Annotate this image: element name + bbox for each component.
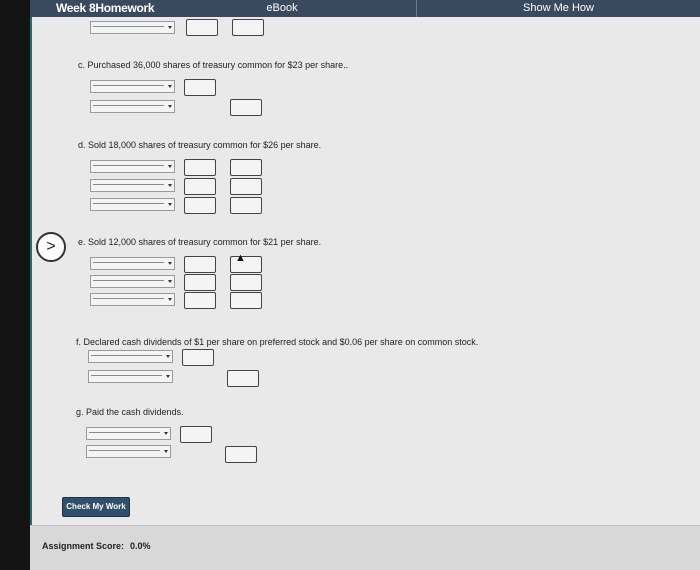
chevron-down-icon: [166, 355, 170, 358]
header-bar: Week 8Homework eBook Show Me How: [30, 0, 700, 17]
chevron-down-icon: [168, 298, 172, 301]
account-select[interactable]: [90, 160, 175, 173]
chevron-right-icon: >: [46, 238, 56, 255]
question-panel: c. Purchased 36,000 shares of treasury c…: [30, 17, 700, 525]
credit-input[interactable]: [225, 446, 257, 463]
debit-input[interactable]: [184, 159, 216, 176]
debit-input[interactable]: [180, 426, 212, 443]
mouse-cursor-icon: ▲: [235, 252, 246, 264]
credit-input[interactable]: [230, 292, 262, 309]
debit-input[interactable]: [184, 178, 216, 195]
chevron-down-icon: [164, 432, 168, 435]
tab-show-me-how[interactable]: Show Me How: [416, 0, 700, 17]
credit-input[interactable]: [230, 197, 262, 214]
chevron-down-icon: [164, 450, 168, 453]
assignment-score: Assignment Score: 0.0%: [42, 541, 151, 551]
score-value: 0.0%: [130, 541, 151, 551]
account-select[interactable]: [90, 257, 175, 270]
debit-input[interactable]: [186, 19, 218, 36]
account-select[interactable]: [90, 179, 175, 192]
question-d-text: d. Sold 18,000 shares of treasury common…: [78, 140, 322, 150]
chevron-down-icon: [168, 280, 172, 283]
chevron-down-icon: [168, 262, 172, 265]
account-select[interactable]: [88, 350, 173, 363]
chevron-down-icon: [168, 165, 172, 168]
chevron-down-icon: [168, 184, 172, 187]
question-e-text: e. Sold 12,000 shares of treasury common…: [78, 237, 322, 247]
question-g-text: g. Paid the cash dividends.: [76, 407, 184, 417]
debit-input[interactable]: [184, 79, 216, 96]
debit-input[interactable]: [184, 274, 216, 291]
debit-input[interactable]: [184, 292, 216, 309]
check-my-work-button[interactable]: Check My Work: [62, 497, 130, 517]
debit-input[interactable]: [184, 256, 216, 273]
tab-ebook[interactable]: eBook: [262, 0, 302, 17]
chevron-down-icon: [168, 105, 172, 108]
credit-input[interactable]: [230, 99, 262, 116]
account-select[interactable]: [86, 445, 171, 458]
account-select[interactable]: [88, 370, 173, 383]
credit-input[interactable]: [230, 274, 262, 291]
credit-input[interactable]: [232, 19, 264, 36]
chevron-down-icon: [166, 375, 170, 378]
account-select[interactable]: [86, 427, 171, 440]
credit-input[interactable]: [230, 159, 262, 176]
account-select[interactable]: [90, 100, 175, 113]
debit-input[interactable]: [182, 349, 214, 366]
question-c-text: c. Purchased 36,000 shares of treasury c…: [78, 60, 349, 70]
score-label: Assignment Score:: [42, 541, 125, 551]
credit-input[interactable]: [227, 370, 259, 387]
account-select[interactable]: [90, 293, 175, 306]
question-f-text: f. Declared cash dividends of $1 per sha…: [76, 337, 479, 347]
account-select[interactable]: [90, 275, 175, 288]
screen-bezel: [0, 0, 30, 570]
assignment-title: Week 8Homework: [56, 1, 155, 15]
account-select[interactable]: [90, 21, 175, 34]
score-footer: Assignment Score: 0.0%: [30, 525, 700, 570]
chevron-down-icon: [168, 85, 172, 88]
account-select[interactable]: [90, 198, 175, 211]
account-select[interactable]: [90, 80, 175, 93]
chevron-down-icon: [168, 203, 172, 206]
current-question-pointer[interactable]: >: [36, 232, 66, 262]
credit-input[interactable]: [230, 178, 262, 195]
chevron-down-icon: [168, 26, 172, 29]
debit-input[interactable]: [184, 197, 216, 214]
